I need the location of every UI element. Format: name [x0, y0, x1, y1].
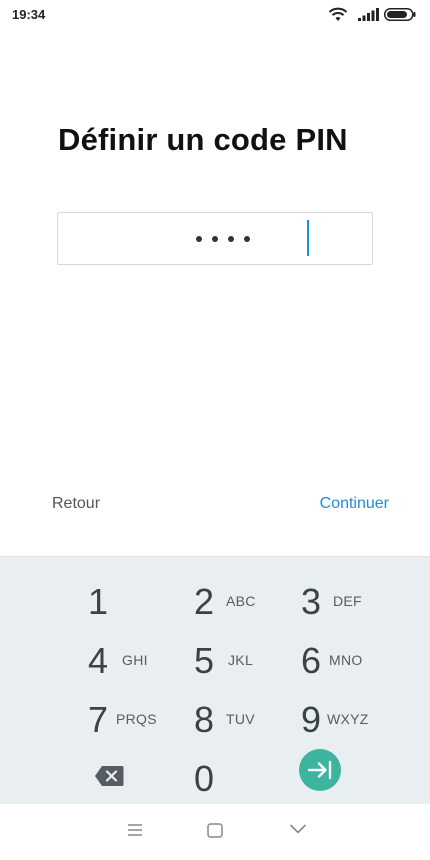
key-digit: 5	[194, 640, 215, 681]
backspace-button[interactable]	[94, 765, 124, 787]
wifi-icon	[328, 7, 348, 21]
key-digit: 1	[88, 581, 109, 622]
text-caret	[307, 220, 309, 256]
pin-masked-value	[196, 229, 250, 249]
key-letters: MNO	[329, 652, 363, 668]
key-4[interactable]: 4 GHI	[86, 634, 206, 688]
key-7[interactable]: 7 PRQS	[86, 693, 206, 747]
status-bar: 19:34	[0, 0, 430, 30]
menu-icon[interactable]	[127, 823, 143, 837]
key-digit: 9	[301, 699, 322, 740]
pin-dot	[244, 236, 250, 242]
status-icons	[306, 7, 416, 23]
key-letters: GHI	[122, 652, 148, 668]
key-digit: 4	[88, 640, 109, 681]
key-letters: PRQS	[116, 711, 157, 727]
key-digit: 0	[194, 758, 215, 799]
pin-dot	[228, 236, 234, 242]
key-digit: 7	[88, 699, 109, 740]
pin-input[interactable]	[57, 212, 373, 265]
pin-dot	[196, 236, 202, 242]
back-button[interactable]: Retour	[52, 495, 100, 513]
key-8[interactable]: 8 TUV	[192, 693, 312, 747]
key-letters: TUV	[226, 711, 255, 727]
key-2[interactable]: 2 ABC	[192, 575, 312, 629]
status-time: 19:34	[12, 7, 46, 22]
key-letters: WXYZ	[327, 711, 369, 727]
key-6[interactable]: 6 MNO	[299, 634, 419, 688]
key-0[interactable]: 0	[192, 752, 312, 806]
key-digit: 6	[301, 640, 322, 681]
continue-button[interactable]: Continuer	[320, 495, 389, 513]
key-digit: 3	[301, 581, 322, 622]
signal-icon	[358, 8, 379, 21]
key-digit: 2	[194, 581, 215, 622]
enter-arrow-icon	[308, 760, 332, 780]
enter-button[interactable]	[299, 749, 341, 791]
numeric-keypad: 1 2 ABC 3 DEF 4 GHI 5 JKL 6 MNO 7 PRQS 8…	[0, 556, 430, 804]
key-1[interactable]: 1	[86, 575, 206, 629]
key-letters: DEF	[333, 593, 362, 609]
pin-dot	[212, 236, 218, 242]
battery-icon	[384, 8, 416, 21]
key-5[interactable]: 5 JKL	[192, 634, 312, 688]
home-square-icon[interactable]	[207, 823, 223, 838]
system-nav-bar	[0, 804, 430, 860]
key-digit: 8	[194, 699, 215, 740]
key-3[interactable]: 3 DEF	[299, 575, 419, 629]
key-9[interactable]: 9 WXYZ	[299, 693, 419, 747]
back-chevron-icon[interactable]	[289, 823, 307, 835]
backspace-icon	[95, 766, 124, 786]
key-letters: ABC	[226, 593, 256, 609]
key-letters: JKL	[228, 652, 254, 668]
page-title: Définir un code PIN	[58, 122, 348, 157]
